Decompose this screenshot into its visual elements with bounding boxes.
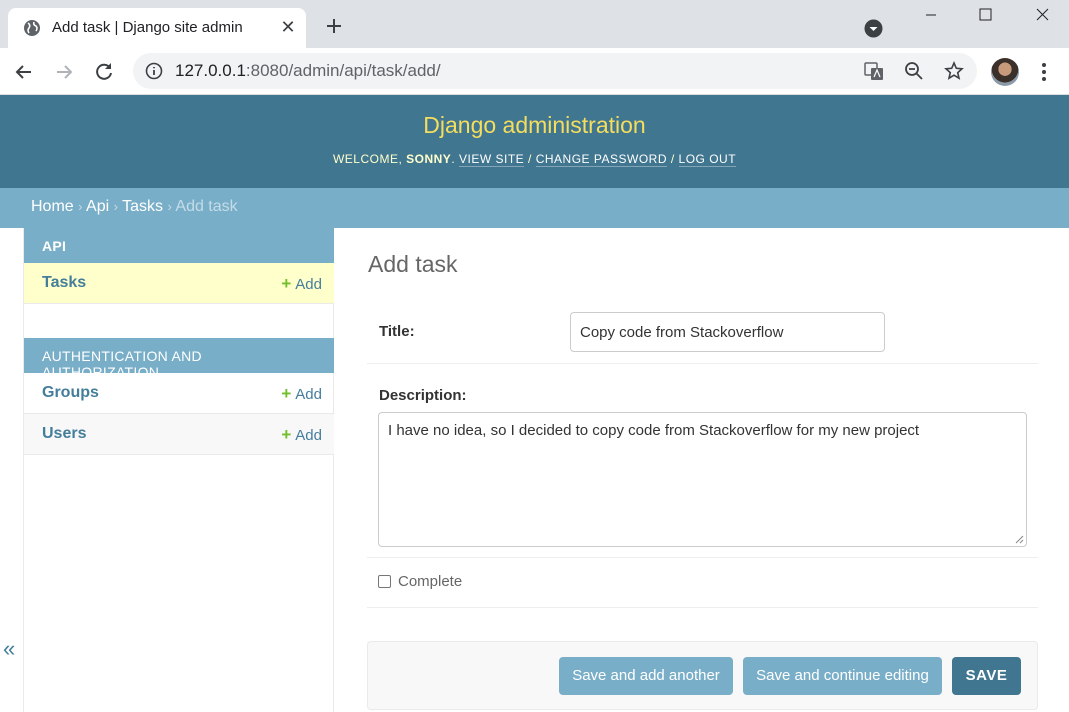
browser-tabstrip: Add task | Django site admin ✕ [0, 0, 1069, 48]
site-info-icon[interactable] [145, 62, 163, 80]
sidebar-item-label[interactable]: Users [42, 425, 86, 443]
save-button[interactable]: SAVE [952, 657, 1021, 695]
log-out-link[interactable]: LOG OUT [678, 152, 737, 167]
form-row-description: Description: I have no idea, so I decide… [367, 364, 1038, 558]
globe-icon [24, 20, 40, 36]
title-field[interactable] [570, 312, 885, 352]
sidebar-item-label[interactable]: Tasks [42, 274, 86, 292]
tab-search-icon[interactable] [864, 19, 883, 38]
sidebar-item-users: Users + Add [24, 414, 334, 455]
minimize-icon[interactable] [903, 0, 959, 32]
description-text: I have no idea, so I decided to copy cod… [388, 422, 920, 439]
module-caption-api[interactable]: API [24, 228, 334, 263]
sidebar-item-tasks: Tasks + Add [24, 263, 334, 304]
breadcrumb-tasks[interactable]: Tasks [122, 198, 163, 215]
module-spacer [24, 304, 333, 338]
close-window-icon[interactable] [1014, 0, 1069, 32]
forward-arrow-icon[interactable] [52, 60, 76, 84]
bookmark-star-icon[interactable] [944, 61, 964, 81]
add-group-link[interactable]: + Add [281, 384, 322, 404]
breadcrumb-separator: › [167, 199, 172, 214]
add-user-link[interactable]: + Add [281, 425, 322, 445]
browser-tab[interactable]: Add task | Django site admin ✕ [8, 8, 306, 48]
url-path: :8080/admin/api/task/add/ [245, 61, 441, 80]
breadcrumb-separator: › [113, 199, 118, 214]
add-label: Add [295, 386, 322, 403]
admin-header: Django administration WELCOME, SONNY. VI… [0, 95, 1069, 188]
url-text[interactable]: 127.0.0.1:8080/admin/api/task/add/ [175, 61, 441, 81]
add-label: Add [295, 276, 322, 293]
view-site-link[interactable]: VIEW SITE [459, 152, 525, 167]
browser-toolbar: 127.0.0.1:8080/admin/api/task/add/ [0, 48, 1069, 95]
form-row-complete: Complete [367, 558, 1038, 608]
new-tab-icon[interactable] [322, 14, 346, 38]
address-bar[interactable]: 127.0.0.1:8080/admin/api/task/add/ [133, 53, 977, 89]
breadcrumb-current: Add task [175, 198, 238, 215]
save-and-add-another-button[interactable]: Save and add another [559, 657, 733, 695]
complete-label[interactable]: Complete [398, 573, 462, 590]
module-caption-auth[interactable]: AUTHENTICATION AND AUTHORIZATION [24, 338, 334, 380]
plus-icon: + [281, 425, 292, 444]
user-tools: WELCOME, SONNY. VIEW SITE / CHANGE PASSW… [332, 152, 737, 167]
profile-avatar[interactable] [991, 58, 1019, 86]
nav-sidebar: API Tasks + Add AUTHENTICATION AND AUTHOR… [23, 228, 334, 712]
add-task-link[interactable]: + Add [281, 274, 322, 294]
toggle-sidebar-button[interactable]: « [3, 636, 15, 662]
zoom-out-icon[interactable] [904, 61, 924, 81]
complete-checkbox[interactable] [378, 575, 391, 588]
username: SONNY [406, 152, 452, 166]
resize-handle-icon[interactable] [1014, 534, 1024, 544]
site-name[interactable]: Django administration [0, 112, 1069, 139]
breadcrumb: Home › Api › Tasks › Add task [0, 188, 1069, 228]
form-row-title: Title: [367, 300, 1038, 364]
plus-icon: + [281, 274, 292, 293]
description-field[interactable]: I have no idea, so I decided to copy cod… [378, 412, 1027, 547]
page-title: Add task [368, 251, 458, 277]
title-label: Title: [379, 323, 415, 340]
save-and-continue-button[interactable]: Save and continue editing [743, 657, 942, 695]
change-password-link[interactable]: CHANGE PASSWORD [535, 152, 667, 167]
more-menu-icon[interactable] [1034, 60, 1054, 84]
sidebar-item-groups: Groups + Add [24, 373, 334, 414]
description-label: Description: [379, 387, 467, 404]
breadcrumb-api[interactable]: Api [86, 198, 109, 215]
sidebar-item-label[interactable]: Groups [42, 384, 99, 402]
reload-icon[interactable] [92, 60, 116, 84]
plus-icon: + [281, 384, 292, 403]
breadcrumb-separator: › [78, 199, 83, 214]
close-tab-icon[interactable]: ✕ [278, 17, 298, 37]
url-host: 127.0.0.1 [175, 61, 246, 80]
tab-title: Add task | Django site admin [52, 19, 243, 36]
translate-icon[interactable] [864, 61, 884, 81]
welcome-text: WELCOME, [332, 152, 403, 166]
add-label: Add [295, 427, 322, 444]
maximize-icon[interactable] [958, 0, 1014, 32]
submit-row: Save and add another Save and continue e… [367, 641, 1038, 710]
breadcrumb-home[interactable]: Home [31, 198, 74, 215]
back-arrow-icon[interactable] [12, 60, 36, 84]
